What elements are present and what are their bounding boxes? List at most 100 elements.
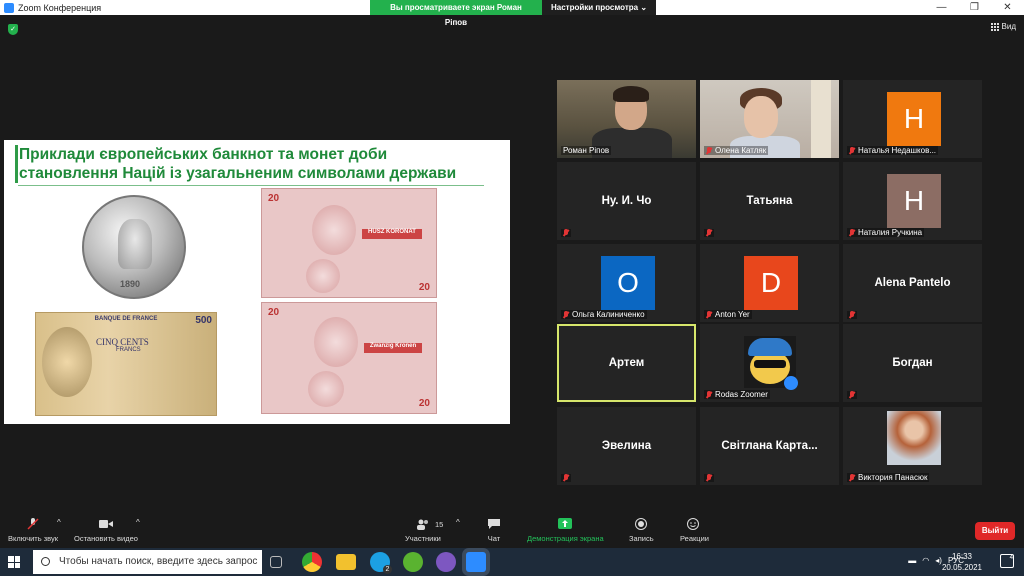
participants-count: 15 bbox=[435, 520, 444, 529]
coin-year: 1890 bbox=[120, 279, 141, 289]
participant-avatar-image bbox=[887, 411, 941, 465]
muted-mic-icon bbox=[706, 310, 712, 319]
slide-title-line2: становлення Націй із узагальненим символ… bbox=[19, 165, 457, 182]
reactions-button[interactable]: Реакции bbox=[680, 518, 709, 543]
grid-icon bbox=[990, 22, 999, 31]
silver-coin-image: 1890 bbox=[82, 195, 186, 299]
muted-mic-icon bbox=[27, 518, 39, 530]
file-explorer-icon[interactable] bbox=[336, 554, 356, 570]
participant-display-name: Татьяна bbox=[746, 195, 793, 207]
audio-options-caret[interactable]: ^ bbox=[57, 518, 61, 527]
participant-tile[interactable]: Роман Ріпов bbox=[557, 80, 696, 158]
participant-tile[interactable]: Олена Катляк bbox=[700, 80, 839, 158]
participant-caption: Anton Yer bbox=[704, 310, 752, 319]
participant-name: Роман Ріпов bbox=[563, 146, 610, 155]
video-options-caret[interactable]: ^ bbox=[136, 518, 140, 527]
share-screen-icon bbox=[558, 518, 573, 529]
windows-taskbar: Чтобы начать поиск, введите здесь запрос… bbox=[0, 548, 1024, 576]
participant-caption: Виктория Панасюк bbox=[847, 473, 930, 482]
french-banknote: BANQUE DE FRANCE 500 CINQ CENTS FRANCS bbox=[35, 312, 217, 416]
participant-tile[interactable]: Артем bbox=[557, 324, 696, 402]
meeting-toolbar: Включить звук ^ Остановить видео ^ Участ… bbox=[0, 514, 1024, 548]
participants-caret[interactable]: ^ bbox=[456, 518, 460, 527]
austro-hungarian-banknote-bottom: 20 20 Zwanzig Kronen bbox=[261, 302, 437, 414]
participant-initial-avatar: О bbox=[601, 256, 655, 310]
participant-display-name: Ну. И. Чо bbox=[601, 195, 652, 207]
participant-initial-avatar: Н bbox=[887, 174, 941, 228]
muted-mic-icon bbox=[849, 146, 855, 155]
chat-icon bbox=[488, 519, 500, 529]
notifications-icon[interactable]: 4 bbox=[1000, 554, 1014, 568]
task-view-icon[interactable] bbox=[270, 556, 282, 568]
participant-tile[interactable]: Татьяна bbox=[700, 162, 839, 240]
participant-caption: Ольга Калиниченко bbox=[561, 310, 647, 319]
share-status-bar: Вы просматриваете экран Роман Ріпов Наст… bbox=[370, 0, 656, 27]
close-icon[interactable]: ✕ bbox=[991, 0, 1024, 15]
slide-title-line1: Приклади європейських банкнот та монет д… bbox=[19, 146, 388, 163]
participant-display-name: Богдан bbox=[892, 357, 933, 369]
view-button-label: Вид bbox=[1001, 22, 1016, 31]
muted-mic-icon bbox=[706, 146, 712, 155]
muted-mic-icon bbox=[563, 229, 569, 237]
maximize-icon[interactable]: ❐ bbox=[958, 0, 991, 15]
muted-mic-icon bbox=[706, 390, 712, 399]
participant-tile[interactable]: Богдан bbox=[843, 324, 982, 402]
view-button[interactable]: Вид bbox=[990, 22, 1016, 31]
muted-mic-icon bbox=[706, 229, 712, 237]
chat-button[interactable]: Чат bbox=[487, 518, 501, 543]
participant-tile[interactable]: Виктория Панасюк bbox=[843, 407, 982, 485]
participant-caption: Наталия Ручкина bbox=[847, 228, 925, 237]
participant-tile[interactable]: Н Наталья Недашков... bbox=[843, 80, 982, 158]
participant-tile[interactable]: Эвелина bbox=[557, 407, 696, 485]
muted-mic-icon bbox=[849, 391, 855, 399]
taskbar-clock[interactable]: 16:33 20.05.2021 bbox=[942, 551, 982, 573]
network-icon[interactable]: ▬ bbox=[908, 556, 916, 565]
zoom-taskbar-icon[interactable] bbox=[466, 552, 486, 572]
title-accent-bar bbox=[15, 145, 18, 183]
participant-display-name: Эвелина bbox=[601, 440, 652, 452]
participant-caption bbox=[704, 229, 714, 237]
unmute-button[interactable]: Включить звук bbox=[8, 518, 58, 543]
muted-mic-icon bbox=[563, 310, 569, 319]
title-underline bbox=[18, 185, 484, 186]
participant-tile[interactable]: Н Наталия Ручкина bbox=[843, 162, 982, 240]
share-screen-button[interactable]: Демонстрация экрана bbox=[527, 518, 604, 543]
participant-caption bbox=[847, 311, 857, 319]
windows-start-icon[interactable] bbox=[8, 556, 20, 568]
participant-display-name: Артем bbox=[608, 357, 645, 369]
torrent-icon[interactable] bbox=[403, 552, 423, 572]
participant-tile[interactable]: Alena Pantelo bbox=[843, 244, 982, 322]
skype-icon[interactable]: 2 bbox=[370, 552, 392, 574]
muted-mic-icon bbox=[706, 474, 712, 482]
participant-avatar-image bbox=[744, 336, 798, 390]
taskbar-search-input[interactable]: Чтобы начать поиск, введите здесь запрос bbox=[33, 550, 262, 574]
muted-mic-icon bbox=[849, 228, 855, 237]
zoom-app-icon bbox=[4, 2, 14, 13]
participant-tile[interactable]: Світлана Карта... bbox=[700, 407, 839, 485]
minimize-icon[interactable]: — bbox=[925, 0, 958, 15]
emoji-icon bbox=[687, 518, 700, 530]
austro-hungarian-banknote-top: 20 20 HUSZ KORONAT bbox=[261, 188, 437, 298]
participant-tile[interactable]: О Ольга Калиниченко bbox=[557, 244, 696, 322]
participant-caption: Роман Ріпов bbox=[561, 146, 612, 155]
stop-video-button[interactable]: Остановить видео bbox=[74, 518, 138, 543]
encryption-shield-icon[interactable]: ✓ bbox=[8, 24, 18, 35]
participant-caption bbox=[561, 229, 571, 237]
participant-name: Ольга Калиниченко bbox=[572, 310, 645, 319]
chrome-icon[interactable] bbox=[302, 552, 322, 572]
record-button[interactable]: Запись bbox=[629, 518, 654, 543]
volume-icon[interactable]: ◂) bbox=[935, 556, 942, 565]
participant-tile[interactable]: Rodas Zoomer bbox=[700, 324, 839, 402]
view-options-button[interactable]: Настройки просмотра ⌄ bbox=[542, 0, 656, 15]
wifi-icon[interactable]: ◠ bbox=[922, 556, 929, 565]
viber-icon[interactable] bbox=[436, 552, 456, 572]
viewing-screen-label: Вы просматриваете экран Роман Ріпов bbox=[370, 0, 542, 27]
window-controls: — ❐ ✕ bbox=[925, 0, 1024, 15]
participant-caption: Rodas Zoomer bbox=[704, 390, 770, 399]
participant-name: Anton Yer bbox=[715, 310, 750, 319]
leave-button[interactable]: Выйти bbox=[975, 522, 1015, 540]
participant-tile[interactable]: D Anton Yer bbox=[700, 244, 839, 322]
shared-screen: Приклади європейських банкнот та монет д… bbox=[4, 140, 510, 424]
participant-name: Наталия Ручкина bbox=[858, 228, 923, 237]
participant-tile[interactable]: Ну. И. Чо bbox=[557, 162, 696, 240]
